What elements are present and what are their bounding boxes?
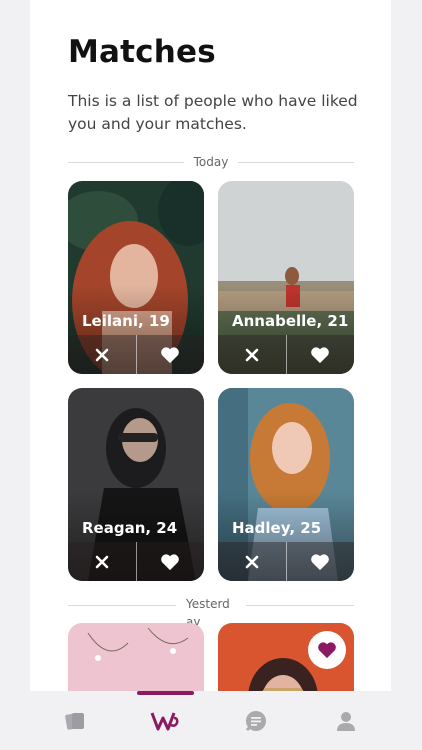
- matches-logo: [150, 711, 179, 730]
- dismiss-button[interactable]: [68, 542, 136, 581]
- close-icon: [95, 348, 109, 361]
- match-name: Annabelle, 21: [232, 312, 348, 330]
- page-subtitle: This is a list of people who have liked …: [68, 92, 358, 133]
- close-icon: [245, 348, 259, 361]
- match-card[interactable]: Hadley, 25: [218, 388, 354, 581]
- heart-icon: [311, 346, 330, 363]
- dismiss-button[interactable]: [218, 335, 286, 374]
- heart-icon: [161, 346, 180, 363]
- section-label-today: Today: [193, 155, 229, 169]
- card-actions: [68, 542, 204, 581]
- like-button[interactable]: [287, 335, 355, 374]
- section-divider-yesterday: Yesterday: [68, 596, 354, 629]
- match-name: Hadley, 25: [232, 519, 322, 537]
- dismiss-button[interactable]: [218, 542, 286, 581]
- tab-matches[interactable]: [120, 691, 210, 750]
- tab-cards[interactable]: [30, 691, 120, 750]
- profile-icon: [336, 711, 355, 731]
- match-name: Reagan, 24: [82, 519, 178, 537]
- page-title: Matches: [68, 34, 216, 70]
- match-card[interactable]: Leilani, 19: [68, 181, 204, 374]
- dismiss-button[interactable]: [68, 335, 136, 374]
- card-actions: [218, 335, 354, 374]
- matched-heart-badge: [308, 631, 346, 669]
- like-button[interactable]: [137, 335, 205, 374]
- match-name: Leilani, 19: [82, 312, 170, 330]
- like-button[interactable]: [137, 542, 205, 581]
- close-icon: [245, 555, 259, 568]
- heart-icon: [311, 553, 330, 570]
- heart-icon: [161, 553, 180, 570]
- match-card[interactable]: Annabelle, 21: [218, 181, 354, 374]
- chat-icon: [245, 710, 266, 731]
- tab-bar: [30, 691, 391, 750]
- tab-profile[interactable]: [301, 691, 391, 750]
- card-actions: [218, 542, 354, 581]
- heart-icon: [318, 642, 336, 659]
- card-actions: [68, 335, 204, 374]
- match-card[interactable]: Reagan, 24: [68, 388, 204, 581]
- section-divider-today: Today: [68, 153, 354, 171]
- tab-chat[interactable]: [211, 691, 301, 750]
- cards-icon: [65, 712, 85, 730]
- like-button[interactable]: [287, 542, 355, 581]
- close-icon: [95, 555, 109, 568]
